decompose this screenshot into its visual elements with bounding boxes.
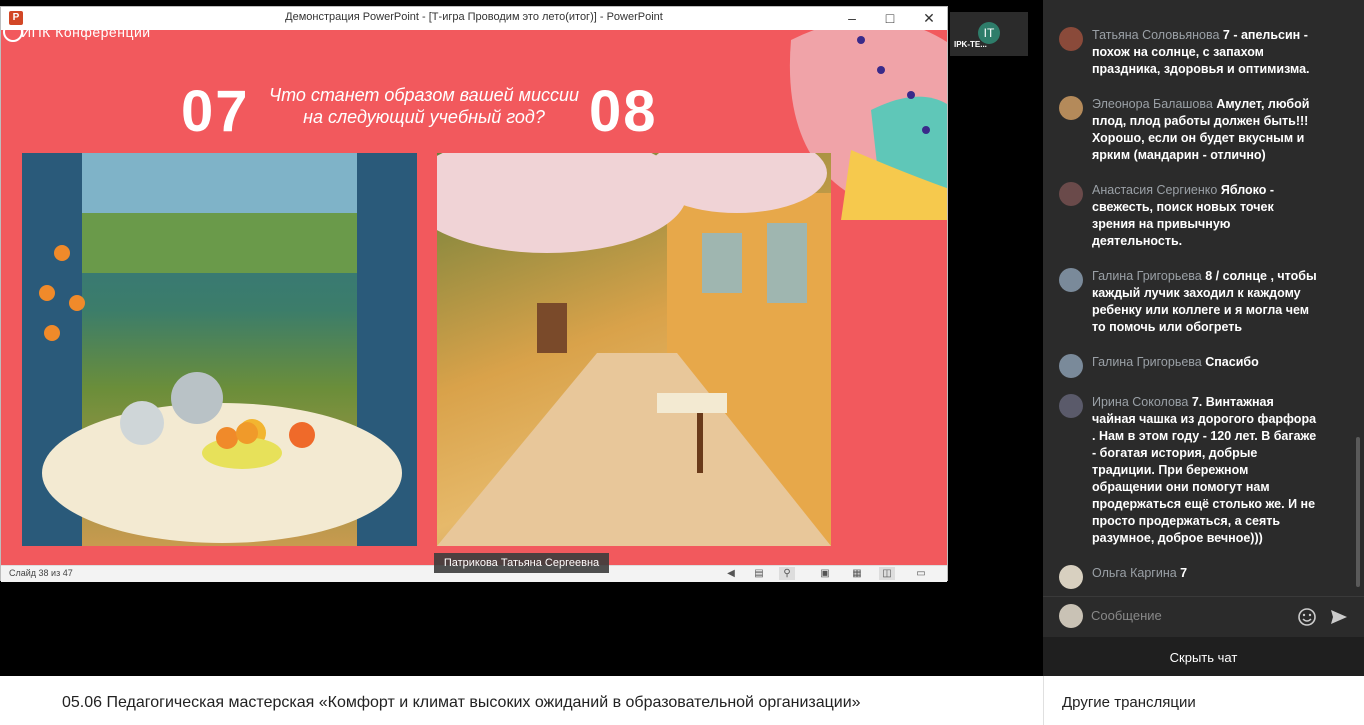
chat-author: Элеонора Балашова — [1092, 97, 1213, 111]
avatar — [1059, 27, 1083, 51]
brand-logo-icon — [3, 30, 23, 42]
screen-share-area: P Демонстрация PowerPoint - [Т-игра Пров… — [0, 0, 1043, 676]
zoom-icon[interactable]: ⚲ — [779, 567, 795, 580]
normal-view-icon[interactable]: ▣ — [817, 567, 833, 580]
avatar — [1059, 268, 1083, 292]
window-titlebar: P Демонстрация PowerPoint - [Т-игра Пров… — [1, 7, 947, 30]
avatar — [1059, 182, 1083, 206]
avatar — [1059, 394, 1083, 418]
send-icon[interactable] — [1329, 607, 1349, 627]
chat-text: 7 — [1180, 566, 1188, 580]
hide-chat-bar: Скрыть чат — [1043, 637, 1364, 676]
message-input[interactable] — [1091, 603, 1291, 627]
painting-balcony-table — [22, 153, 417, 546]
chat-text: 7. Винтажная чайная чашка из дорогого фа… — [1092, 395, 1317, 545]
chat-author: Татьяна Соловьянова — [1092, 28, 1220, 42]
chat-panel: Татьяна Соловьянова 7 - апельсин - похож… — [1043, 0, 1364, 676]
window-title: Демонстрация PowerPoint - [Т-игра Провод… — [285, 11, 663, 23]
chat-author: Анастасия Сергиенко — [1092, 183, 1218, 197]
close-button[interactable]: ✕ — [911, 9, 947, 27]
chat-author: Галина Григорьева — [1092, 269, 1202, 283]
slide-sorter-icon[interactable]: ▦ — [849, 567, 865, 580]
chat-author: Ольга Каргина — [1092, 566, 1177, 580]
hide-chat-button[interactable]: Скрыть чат — [1043, 637, 1364, 676]
emoji-icon[interactable] — [1297, 607, 1317, 627]
painting-garden-courtyard — [437, 153, 831, 546]
stream-title: 05.06 Педагогическая мастерская «Комфорт… — [62, 694, 861, 711]
powerpoint-window: P Демонстрация PowerPoint - [Т-игра Пров… — [0, 6, 948, 582]
slide: ИПК Конференции 07 Что станет образом ва… — [1, 30, 947, 567]
chat-author: Ирина Соколова — [1092, 395, 1189, 409]
slide-question: Что станет образом вашей миссии на следу… — [268, 85, 580, 127]
slide-number-left: 07 — [181, 79, 250, 144]
participant-name: IPK-TE... — [954, 40, 987, 49]
slide-brand: ИПК Конференции — [21, 30, 151, 40]
chat-scrollbar[interactable] — [1356, 437, 1360, 587]
other-streams-label: Другие трансляции — [1062, 694, 1196, 711]
avatar — [1059, 565, 1083, 589]
maximize-button[interactable]: □ — [872, 9, 908, 27]
slideshow-icon[interactable]: ▭ — [913, 567, 929, 580]
minimize-button[interactable]: – — [834, 9, 870, 27]
notes-icon[interactable]: ▤ — [751, 567, 767, 580]
chat-author: Галина Григорьева — [1092, 355, 1202, 369]
slide-counter: Слайд 38 из 47 — [9, 568, 73, 578]
stream-title-bar: 05.06 Педагогическая мастерская «Комфорт… — [0, 676, 1043, 725]
avatar — [1059, 604, 1083, 628]
chat-text: Спасибо — [1205, 355, 1259, 369]
slide-number-right: 08 — [589, 79, 658, 144]
chat-input-row — [1043, 596, 1364, 637]
previous-icon[interactable]: ◀ — [723, 567, 739, 580]
avatar — [1059, 96, 1083, 120]
other-streams-panel[interactable]: Другие трансляции — [1043, 676, 1364, 725]
speaker-name-label: Патрикова Татьяна Сергеевна — [434, 553, 609, 573]
participant-tile[interactable]: IT IPK-TE... — [950, 12, 1028, 56]
avatar — [1059, 354, 1083, 378]
reading-view-icon[interactable]: ◫ — [879, 567, 895, 580]
